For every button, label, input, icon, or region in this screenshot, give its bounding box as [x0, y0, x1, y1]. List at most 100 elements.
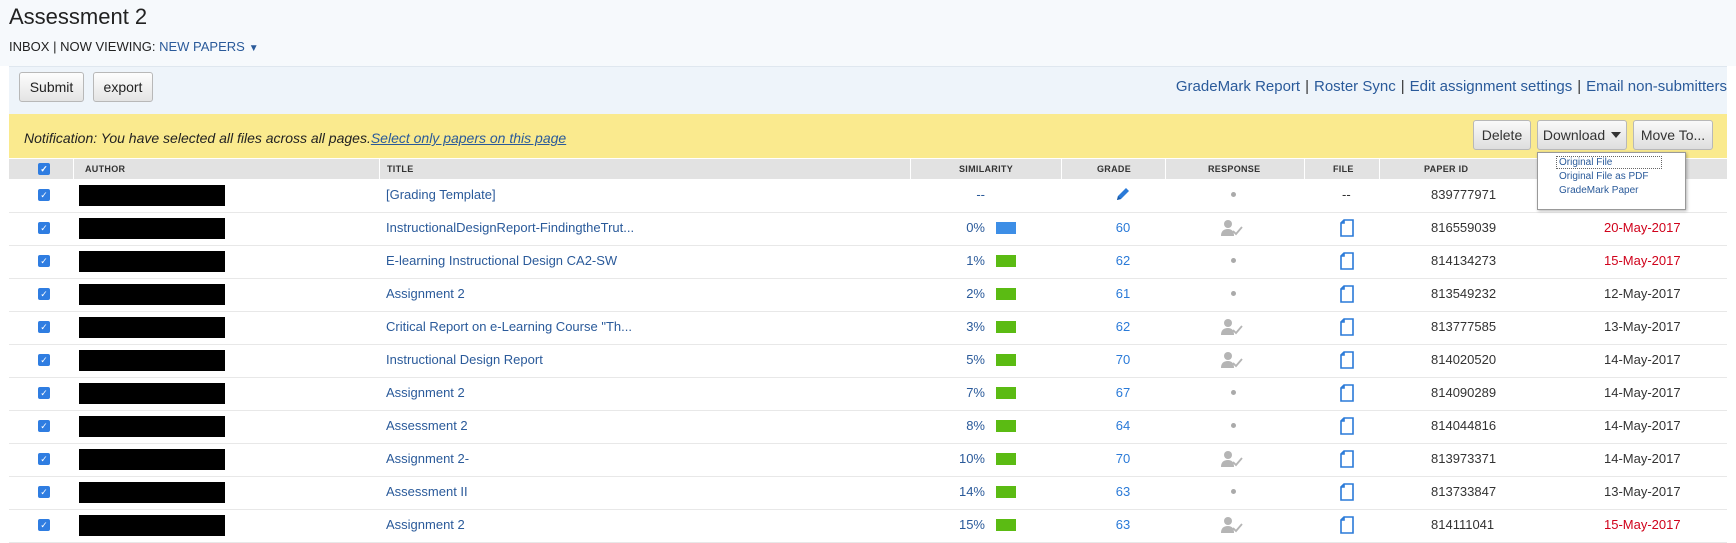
paper-title-link[interactable]: Assessment 2: [386, 418, 468, 433]
grade-value[interactable]: 61: [1108, 286, 1138, 301]
roster-sync-link[interactable]: Roster Sync: [1314, 78, 1396, 95]
paper-title-link[interactable]: InstructionalDesignReport-FindingtheTrut…: [386, 220, 634, 235]
grade-value[interactable]: 70: [1108, 352, 1138, 367]
download-button[interactable]: Download: [1537, 120, 1627, 150]
grade-value[interactable]: 63: [1108, 517, 1138, 532]
document-icon[interactable]: [1340, 219, 1354, 240]
similarity-score[interactable]: 7%: [949, 385, 985, 400]
similarity-bar[interactable]: [996, 453, 1016, 465]
similarity-score[interactable]: 0%: [949, 220, 985, 235]
row-checkbox[interactable]: ✓: [38, 420, 50, 432]
row-checkbox[interactable]: ✓: [38, 222, 50, 234]
export-button[interactable]: export: [93, 72, 153, 102]
row-checkbox[interactable]: ✓: [38, 453, 50, 465]
submit-button[interactable]: Submit: [19, 72, 84, 102]
document-icon[interactable]: [1340, 417, 1354, 438]
row-checkbox[interactable]: ✓: [38, 354, 50, 366]
column-divider: [1165, 159, 1166, 179]
select-page-only-link[interactable]: Select only papers on this page: [371, 130, 566, 146]
row-checkbox[interactable]: ✓: [38, 321, 50, 333]
row-checkbox[interactable]: ✓: [38, 519, 50, 531]
now-viewing-value[interactable]: NEW PAPERS: [159, 39, 245, 54]
paper-title-link[interactable]: Critical Report on e-Learning Course "Th…: [386, 319, 632, 334]
edit-assignment-settings-link[interactable]: Edit assignment settings: [1410, 78, 1573, 95]
similarity-bar[interactable]: [996, 255, 1016, 267]
similarity-bar[interactable]: [996, 354, 1016, 366]
download-original-file-option[interactable]: Original File: [1556, 156, 1662, 169]
grade-value[interactable]: 67: [1108, 385, 1138, 400]
user-check-icon[interactable]: [1221, 351, 1243, 372]
paper-title-link[interactable]: Assignment 2: [386, 517, 465, 532]
row-checkbox[interactable]: ✓: [38, 189, 50, 201]
similarity-bar[interactable]: [996, 519, 1016, 531]
similarity-score[interactable]: 8%: [949, 418, 985, 433]
download-pdf-option[interactable]: Original File as PDF: [1559, 171, 1648, 182]
paper-title-link[interactable]: Assessment II: [386, 484, 468, 499]
grade-value[interactable]: 70: [1108, 451, 1138, 466]
select-all-checkbox[interactable]: ✓: [38, 163, 50, 175]
column-response[interactable]: RESPONSE: [1208, 164, 1260, 174]
chevron-down-icon[interactable]: [1611, 132, 1622, 138]
document-icon[interactable]: [1340, 285, 1354, 306]
grade-value[interactable]: 64: [1108, 418, 1138, 433]
similarity-score[interactable]: 10%: [949, 451, 985, 466]
column-similarity[interactable]: SIMILARITY: [959, 164, 1013, 174]
user-check-icon[interactable]: [1221, 516, 1243, 537]
similarity-bar[interactable]: [996, 288, 1016, 300]
similarity-score[interactable]: --: [949, 187, 985, 202]
grade-value[interactable]: 62: [1108, 319, 1138, 334]
document-icon[interactable]: [1340, 351, 1354, 372]
row-checkbox[interactable]: ✓: [38, 387, 50, 399]
delete-button[interactable]: Delete: [1473, 120, 1531, 150]
paper-title-link[interactable]: Assignment 2-: [386, 451, 469, 466]
similarity-bar[interactable]: [996, 486, 1016, 498]
paper-title-link[interactable]: Instructional Design Report: [386, 352, 543, 367]
similarity-score[interactable]: 15%: [949, 517, 985, 532]
similarity-score[interactable]: 2%: [949, 286, 985, 301]
user-check-icon[interactable]: [1221, 219, 1243, 240]
document-icon[interactable]: [1340, 252, 1354, 273]
grade-value[interactable]: 62: [1108, 253, 1138, 268]
user-check-icon[interactable]: [1221, 450, 1243, 471]
paper-title-link[interactable]: E-learning Instructional Design CA2-SW: [386, 253, 617, 268]
document-icon[interactable]: [1340, 384, 1354, 405]
grade-value[interactable]: 63: [1108, 484, 1138, 499]
pencil-icon[interactable]: [1108, 186, 1138, 205]
similarity-bar[interactable]: [996, 387, 1016, 399]
similarity-score[interactable]: 3%: [949, 319, 985, 334]
download-label[interactable]: Download: [1543, 127, 1605, 143]
column-file[interactable]: FILE: [1333, 164, 1354, 174]
similarity-score[interactable]: 1%: [949, 253, 985, 268]
column-divider: [379, 159, 380, 179]
similarity-score[interactable]: 5%: [949, 352, 985, 367]
email-non-submitters-link[interactable]: Email non-submitters: [1586, 78, 1727, 95]
grade-value[interactable]: 60: [1108, 220, 1138, 235]
grademark-report-link[interactable]: GradeMark Report: [1176, 78, 1300, 95]
paper-id: 813549232: [1431, 286, 1497, 301]
row-checkbox[interactable]: ✓: [38, 486, 50, 498]
paper-title-link[interactable]: Assignment 2: [386, 385, 465, 400]
row-checkbox[interactable]: ✓: [38, 255, 50, 267]
move-to-button[interactable]: Move To...: [1633, 120, 1713, 150]
author-redacted: [79, 284, 225, 305]
column-paper-id[interactable]: PAPER ID: [1424, 164, 1468, 174]
row-checkbox[interactable]: ✓: [38, 288, 50, 300]
document-icon[interactable]: [1340, 483, 1354, 504]
similarity-bar[interactable]: [996, 420, 1016, 432]
column-title[interactable]: TITLE: [387, 164, 414, 174]
now-viewing-dropdown[interactable]: NEW PAPERS ▼: [159, 39, 259, 54]
download-grademark-option[interactable]: GradeMark Paper: [1559, 185, 1638, 196]
document-icon[interactable]: [1340, 318, 1354, 339]
column-grade[interactable]: GRADE: [1097, 164, 1131, 174]
document-icon[interactable]: [1340, 450, 1354, 471]
column-author[interactable]: AUTHOR: [85, 164, 125, 174]
no-response-dot-icon: [1231, 489, 1236, 494]
caret-down-icon[interactable]: ▼: [249, 43, 259, 54]
paper-title-link[interactable]: [Grading Template]: [386, 187, 496, 202]
similarity-score[interactable]: 14%: [949, 484, 985, 499]
similarity-bar[interactable]: [996, 321, 1016, 333]
paper-title-link[interactable]: Assignment 2: [386, 286, 465, 301]
document-icon[interactable]: [1340, 516, 1354, 537]
similarity-bar[interactable]: [996, 222, 1016, 234]
user-check-icon[interactable]: [1221, 318, 1243, 339]
